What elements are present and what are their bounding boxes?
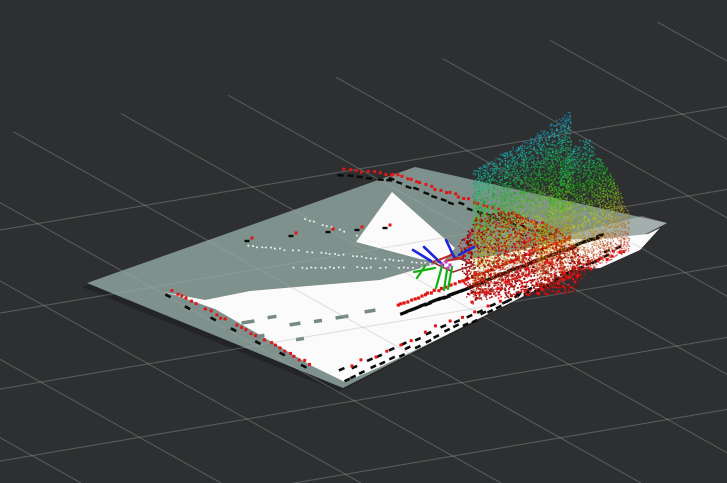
rviz-window [0,0,727,483]
rviz-3d-viewport[interactable] [0,0,727,483]
